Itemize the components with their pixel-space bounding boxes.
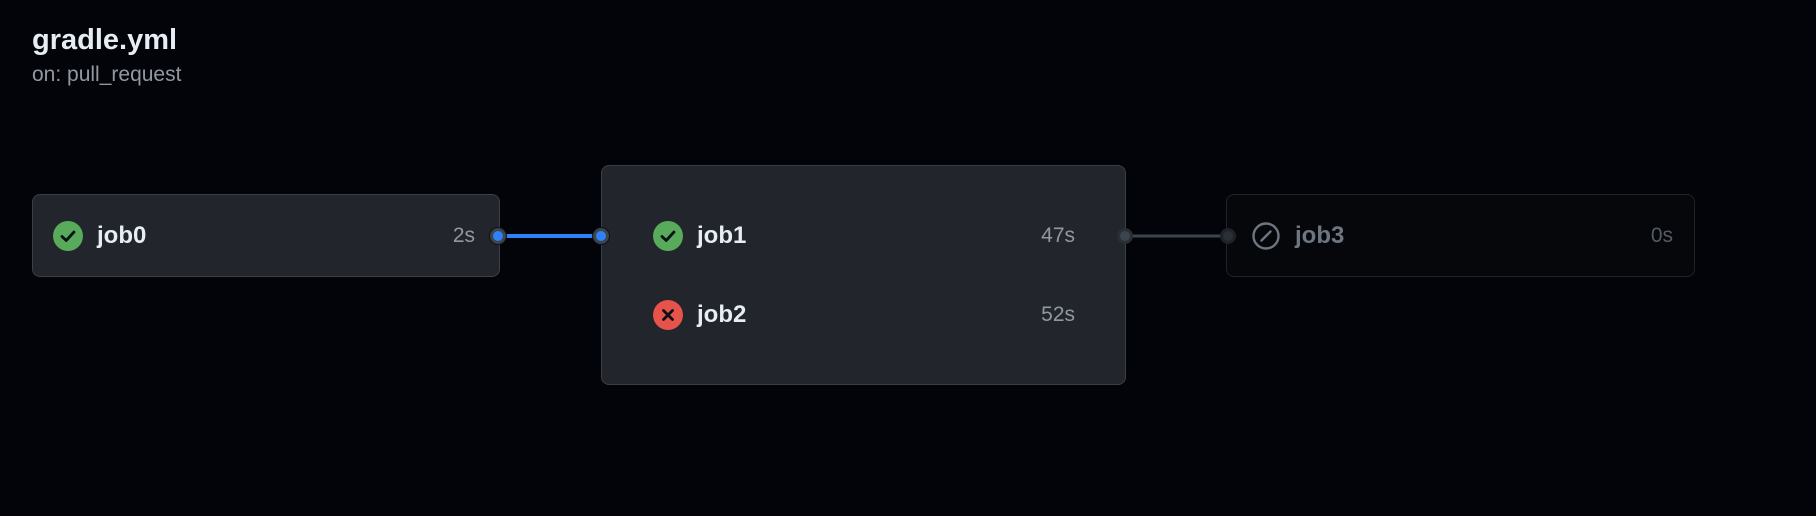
workflow-title[interactable]: gradle.yml (32, 22, 181, 58)
job-row-job3[interactable]: job3 0s (1251, 216, 1673, 256)
job-card-job0[interactable]: job0 2s (32, 194, 500, 277)
connector-stage2-job3 (1125, 234, 1227, 238)
connector-job0-job1 (498, 234, 603, 238)
check-circle-icon (653, 221, 683, 251)
job-group-card-stage2: job1 47s job2 52s (601, 165, 1126, 385)
job-name: job0 (97, 222, 147, 249)
connector-dot-job0-out (490, 228, 506, 244)
job-row-job0[interactable]: job0 2s (53, 216, 475, 256)
check-circle-icon (53, 221, 83, 251)
job-duration: 52s (1041, 303, 1075, 326)
job-duration: 0s (1650, 224, 1673, 247)
job-name: job2 (697, 301, 747, 328)
job-duration: 2s (452, 224, 475, 247)
connector-dot-job3-in (1220, 228, 1236, 244)
job-row-job2[interactable]: job2 52s (653, 295, 1075, 335)
job-name: job1 (697, 222, 747, 249)
job-duration: 47s (1041, 224, 1075, 247)
job-name: job3 (1295, 222, 1345, 249)
workflow-trigger: on: pull_request (32, 63, 182, 86)
connector-dot-stage2-out (1117, 228, 1133, 244)
workflow-header: gradle.yml on: pull_request (32, 22, 181, 90)
x-circle-icon (653, 300, 683, 330)
job-card-job3[interactable]: job3 0s (1226, 194, 1695, 277)
skip-icon (1252, 222, 1280, 250)
connector-dot-stage2-in (593, 228, 609, 244)
job-row-job1[interactable]: job1 47s (653, 216, 1075, 256)
